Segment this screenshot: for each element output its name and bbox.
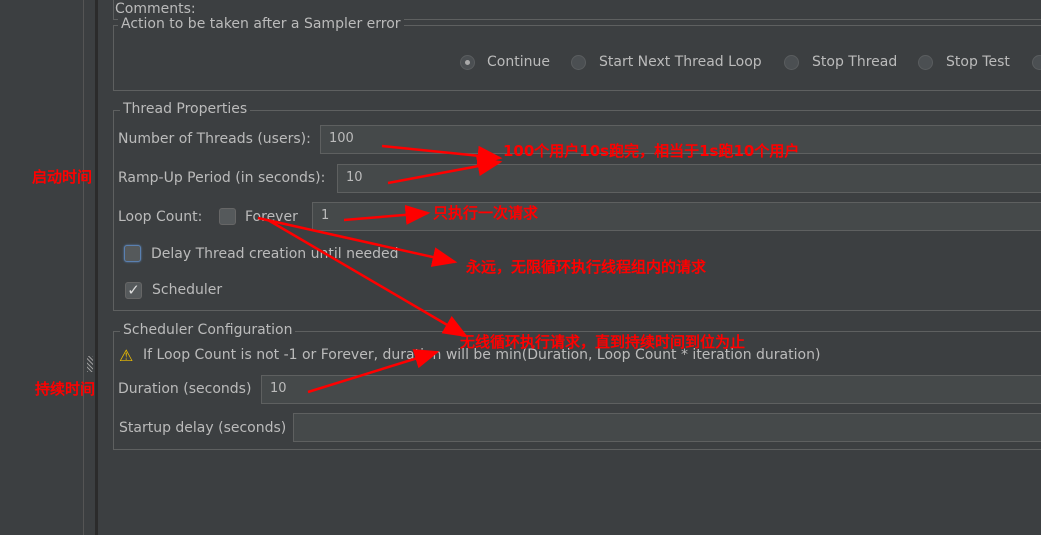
annotation-loop-note: 只执行一次请求 (433, 204, 539, 222)
arrow-rampup (387, 156, 503, 185)
annotation-threads-note: 100个用户10s跑完，相当于1s跑10个用户 (503, 142, 800, 160)
annotation-duration: 持续时间 (35, 380, 96, 398)
arrow-forever-2 (267, 218, 469, 338)
arrow-loop (343, 204, 431, 225)
arrow-threads (381, 144, 503, 166)
annotation-forever-note: 永远，无限循环执行线程组内的请求 (466, 258, 707, 276)
arrow-forever-1 (257, 216, 458, 267)
arrow-duration (307, 349, 440, 394)
annotation-scheduler-note: 无线循环执行请求，直到持续时间到位为止 (460, 333, 746, 351)
annotation-rampup: 启动时间 (32, 168, 93, 186)
